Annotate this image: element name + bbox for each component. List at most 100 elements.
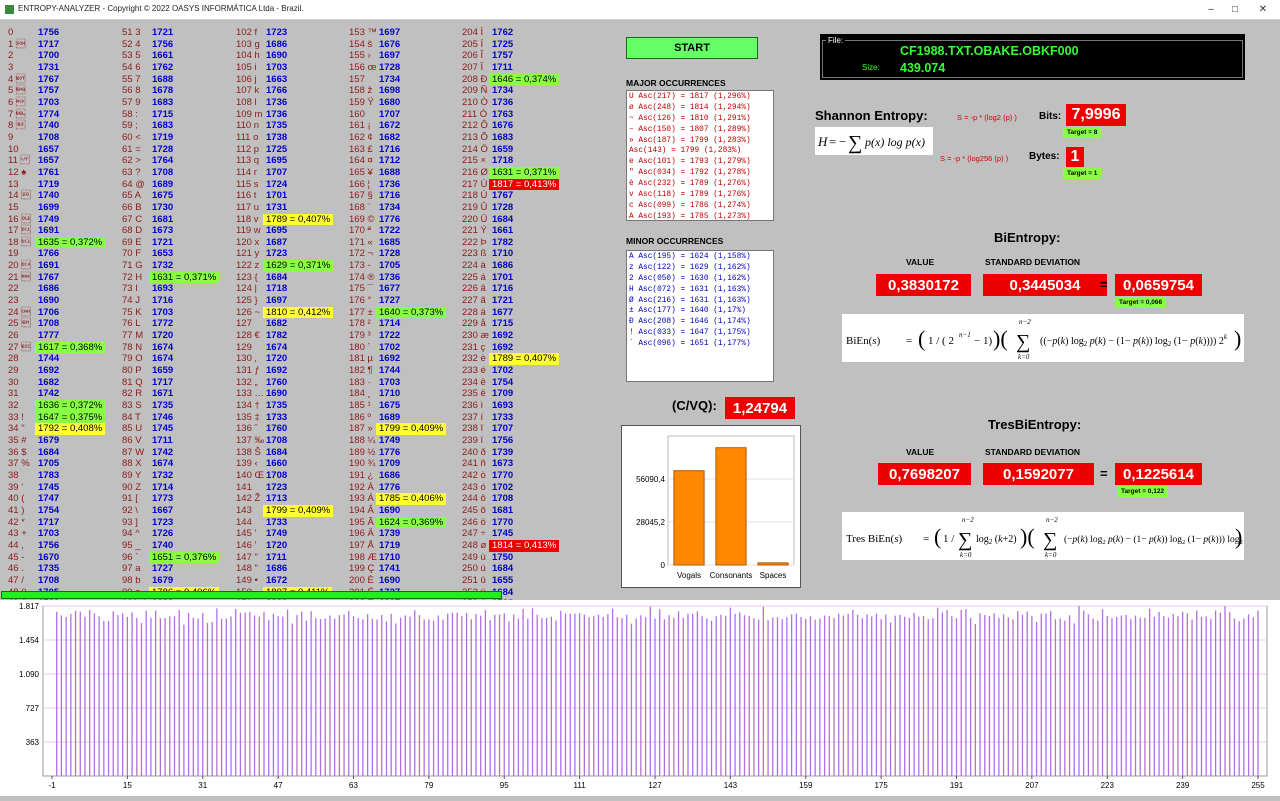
progress-bar [1,591,502,599]
byte-label: 148 " [236,563,258,575]
byte-label: 58 : [122,108,138,120]
occurrence-item[interactable]: – Asc(150) = 1807 (1,289%) [629,125,771,136]
occurrence-item[interactable]: Ã Asc(195) = 1624 (1,158%) [629,252,771,263]
tresbientropy-target: Target = 0,122 [1117,486,1169,497]
byte-count: 1629 = 0,371% [263,260,334,272]
svg-text:∑: ∑ [1016,331,1030,353]
byte-count: 1725 [492,38,514,50]
byte-row: 182 ¶ 1744 [349,365,461,377]
byte-row: 26 1777 [8,330,120,342]
occurrence-item[interactable]: 2 Asc(050) = 1630 (1,162%) [629,274,771,285]
byte-count: 1719 [38,178,60,190]
occurrence-item[interactable]: ` Asc(096) = 1651 (1,177%) [629,339,771,350]
occurrence-item[interactable]: H Asc(072) = 1631 (1,163%) [629,285,771,296]
byte-row: 164 ¤ 1712 [349,155,461,167]
byte-row: 17  1691 [8,225,120,237]
occurrence-item[interactable]: ± Asc(177) = 1640 (1,17%) [629,306,771,317]
byte-label: 117 u [236,201,260,213]
cvq-label: (C/VQ): [672,398,717,413]
byte-count: 1706 [38,306,60,318]
occurrence-item[interactable]: è Asc(232) = 1789 (1,276%) [629,179,771,190]
byte-row: 24  1706 [8,307,120,319]
byte-row: 224 à 1686 [462,260,574,272]
byte-count: 1659 [492,143,514,155]
byte-count: 1689 [379,411,401,423]
occurrence-item[interactable]: ~ Asc(126) = 1810 (1,291%) [629,114,771,125]
byte-count-column-5: 204 Ì 1762 205 Í 1725 206 Î 1757 207 Ï 1711 208 … [462,27,574,633]
occurrence-item[interactable]: Ù Asc(217) = 1817 (1,296%) [629,92,771,103]
byte-count: 1773 [152,493,174,505]
byte-label: 27  [8,341,31,353]
byte-label: 102 f [236,27,258,38]
byte-row: 34 " 1792 = 0,408% [8,423,120,435]
byte-count: 1667 [152,504,174,516]
x-category-label: Spaces [760,571,787,580]
byte-count: 1692 [266,365,288,377]
occurrence-item[interactable]: Ø Asc(216) = 1631 (1,163%) [629,296,771,307]
byte-count: 1688 [379,166,401,178]
byte-row: 128 € 1782 [236,330,348,342]
byte-row: 177 ±1640 = 0,373% [349,306,461,319]
byte-label: 1  [8,38,26,50]
byte-label: 219 Û [462,201,488,213]
byte-row: 218 Ú 1767 [462,190,574,202]
byte-row: 53 5 1661 [122,50,234,62]
byte-row: 10 1657 [8,144,120,156]
byte-row: 159 Ÿ 1680 [349,97,461,109]
byte-label: 206 Î [462,50,484,62]
start-button[interactable]: START [626,37,758,59]
major-occurrences-list[interactable]: Ù Asc(217) = 1817 (1,296%) ø Asc(248) = 1… [626,90,774,221]
close-button[interactable]: ✕ [1246,0,1280,19]
byte-row: 118 v 1789 = 0,407% [236,213,348,226]
occurrence-item[interactable]: Ð Asc(208) = 1646 (1,174%) [629,317,771,328]
byte-count: 1810 = 0,412% [263,306,334,319]
byte-count: 1692 [38,365,60,377]
byte-label: 207 Ï [462,61,484,73]
occurrence-item[interactable]: c Asc(099) = 1786 (1,274%) [629,201,771,212]
byte-label: 85 U [122,423,143,435]
occurrence-item[interactable]: » Asc(187) = 1799 (1,283%) [629,136,771,147]
occurrence-item[interactable]: Asc(143) = 1799 (1,283%) [629,146,771,157]
byte-count: 1681 [492,504,514,516]
x-tick-label: 95 [500,781,509,790]
byte-row: 66 B 1730 [122,202,234,214]
bientropy-equals: = [1100,277,1108,292]
byte-count: 1756 [38,539,60,551]
byte-row: 38 1783 [8,470,120,482]
occurrence-item[interactable]: Á Asc(193) = 1785 (1,273%) [629,212,771,223]
byte-row: 147 " 1711 [236,552,348,564]
byte-row: 178 ² 1714 [349,318,461,330]
byte-row: 112 p 1725 [236,144,348,156]
byte-row: 170 ª 1722 [349,225,461,237]
byte-row: 195 Ã 1624 = 0,369% [349,516,461,529]
byte-row: 198 Æ 1710 [349,552,461,564]
x-tick-label: 207 [1025,781,1039,790]
occurrence-item[interactable]: ! Asc(033) = 1647 (1,175%) [629,328,771,339]
occurrence-item[interactable]: ø Asc(248) = 1814 (1,294%) [629,103,771,114]
byte-label: 247 ÷ [462,528,486,540]
byte-count: 1647 = 0,375% [35,411,106,424]
byte-label: 145 ' [236,528,257,540]
x-tick-label: -1 [48,781,56,790]
byte-count: 1720 [266,539,288,551]
byte-row: 219 Û 1728 [462,202,574,214]
byte-count: 1680 [379,96,401,108]
byte-label: 192 À [349,481,374,493]
byte-label: 238 î [462,423,484,435]
file-name: CF1988.TXT.OBAKE.OBKF000 [900,44,1079,58]
tresbientropy-equals: = [1100,466,1108,481]
byte-count: 1766 [38,248,60,260]
byte-count: 1745 [492,528,514,540]
byte-label: 196 Ä [349,528,374,540]
occurrence-item[interactable]: e Asc(101) = 1793 (1,279%) [629,157,771,168]
byte-row: 56 8 1678 [122,85,234,97]
byte-row: 106 j 1663 [236,74,348,86]
byte-label: 78 N [122,341,143,353]
occurrence-item[interactable]: z Asc(122) = 1629 (1,162%) [629,263,771,274]
occurrence-item[interactable]: " Asc(034) = 1792 (1,278%) [629,168,771,179]
occurrence-item[interactable]: v Asc(118) = 1789 (1,276%) [629,190,771,201]
minor-occurrences-list[interactable]: Ã Asc(195) = 1624 (1,158%) z Asc(122) = 1… [626,250,774,382]
byte-count: 1766 [266,85,288,97]
byte-count: 1722 [379,330,401,342]
byte-count: 1739 [379,528,401,540]
